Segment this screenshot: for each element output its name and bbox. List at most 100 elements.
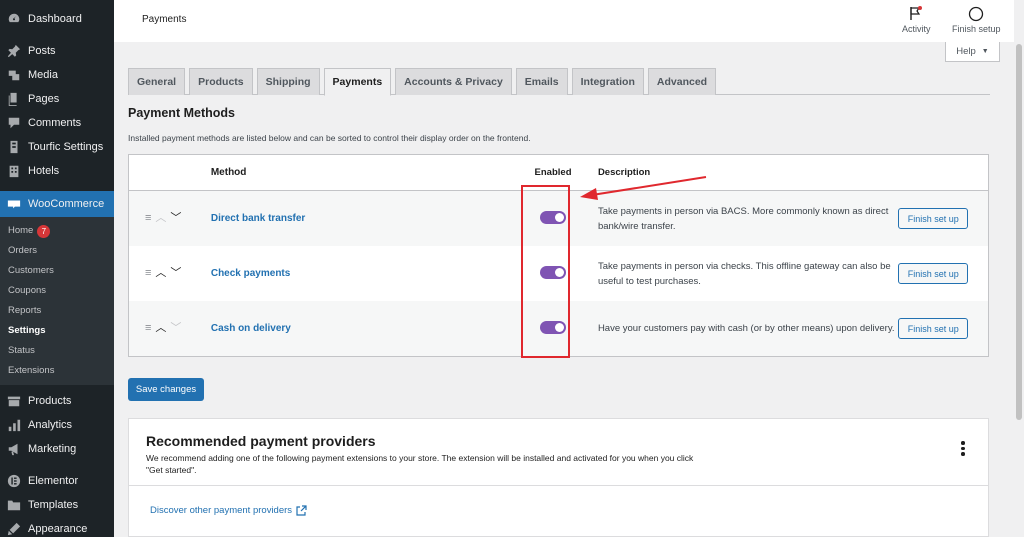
column-header-method: Method	[210, 167, 247, 178]
move-up-icon: ︿	[155, 212, 167, 224]
sidebar-item-comments[interactable]: Comments	[0, 111, 114, 135]
finish-setup-button[interactable]: Finish setup	[952, 6, 1001, 34]
page-title: Payments	[142, 14, 187, 25]
submenu-item-customers[interactable]: Customers	[0, 261, 114, 281]
recommended-providers-panel: Recommended payment providers We recomme…	[128, 418, 989, 537]
sidebar-item-marketing[interactable]: Marketing	[0, 437, 114, 461]
sidebar-item-label: Posts	[28, 45, 56, 57]
submenu-item-home[interactable]: Home 7	[0, 221, 114, 241]
tab-shipping[interactable]: Shipping	[256, 68, 320, 95]
sidebar-item-label: Comments	[28, 117, 82, 129]
notification-badge: 7	[37, 224, 51, 238]
page-header: Payments Activity Finish setup Help ▼	[114, 0, 1024, 62]
sidebar-item-label: Tourfic Settings	[28, 141, 104, 153]
column-header-description: Description	[597, 167, 651, 178]
media-icon	[6, 67, 22, 83]
sidebar-item-label: Marketing	[28, 443, 77, 455]
sidebar-item-pages[interactable]: Pages	[0, 87, 114, 111]
sidebar-item-label: Pages	[28, 93, 60, 105]
sidebar-item-media[interactable]: Media	[0, 63, 114, 87]
hotels-icon	[6, 163, 22, 179]
submenu-item-extensions[interactable]: Extensions	[0, 361, 114, 381]
sidebar-item-label: WooCommerce	[28, 198, 105, 210]
finish-setup-label: Finish setup	[952, 24, 1001, 34]
finish-set-up-button[interactable]: Finish set up	[898, 263, 969, 284]
sidebar-item-label: Products	[28, 395, 72, 407]
help-button[interactable]: Help ▼	[945, 42, 1000, 62]
payment-methods-description: Installed payment methods are listed bel…	[128, 133, 531, 143]
enabled-toggle[interactable]	[540, 265, 567, 279]
tab-payments[interactable]: Payments	[323, 68, 392, 96]
recommended-text: We recommend adding one of the following…	[146, 453, 694, 475]
submenu-item-settings[interactable]: Settings	[0, 321, 114, 341]
page-scrollbar[interactable]	[1014, 0, 1024, 537]
sidebar-item-label: Dashboard	[28, 13, 82, 25]
method-description: Take payments in person via checks. This…	[597, 260, 891, 287]
tab-integration[interactable]: Integration	[571, 68, 644, 95]
settings-tabs: General Products Shipping Payments Accou…	[128, 68, 990, 96]
drag-handle-icon[interactable]: ≡	[145, 323, 151, 334]
tab-advanced[interactable]: Advanced	[647, 68, 717, 95]
tab-accounts-privacy[interactable]: Accounts & Privacy	[395, 68, 512, 95]
payment-methods-heading: Payment Methods	[128, 106, 235, 120]
submenu-item-orders[interactable]: Orders	[0, 241, 114, 261]
sidebar-item-posts[interactable]: Posts	[0, 39, 114, 63]
sidebar-item-analytics[interactable]: Analytics	[0, 413, 114, 437]
tab-general[interactable]: General	[128, 68, 186, 95]
column-header-enabled: Enabled	[534, 167, 572, 178]
submenu-item-status[interactable]: Status	[0, 341, 114, 361]
sidebar-item-tourfic-settings[interactable]: Tourfic Settings	[0, 135, 114, 159]
discover-providers-link[interactable]: Discover other payment providers	[150, 505, 307, 516]
dashboard-icon	[6, 11, 22, 27]
settings-main: General Products Shipping Payments Accou…	[128, 68, 990, 357]
more-options-icon[interactable]	[960, 441, 966, 456]
progress-circle-icon	[969, 6, 984, 22]
caret-down-icon: ▼	[981, 48, 989, 55]
pin-icon	[6, 43, 22, 59]
submenu-item-reports[interactable]: Reports	[0, 301, 114, 321]
activity-button[interactable]: Activity	[902, 6, 931, 34]
drag-handle-icon[interactable]: ≡	[145, 268, 151, 279]
scrollbar-thumb[interactable]	[1016, 44, 1022, 420]
tab-emails[interactable]: Emails	[515, 68, 568, 95]
woocommerce-submenu: Home 7 Orders Customers Coupons Reports S…	[0, 217, 114, 385]
woo-icon	[6, 196, 22, 212]
submenu-item-coupons[interactable]: Coupons	[0, 281, 114, 301]
sidebar-item-templates[interactable]: Templates	[0, 493, 114, 517]
marketing-icon	[6, 441, 22, 457]
analytics-icon	[6, 417, 22, 433]
move-down-icon[interactable]: ﹀	[170, 268, 181, 279]
table-row: ≡ ︿ ﹀ Direct bank transfer Take payments…	[129, 191, 988, 246]
enabled-toggle[interactable]	[540, 210, 567, 224]
comments-icon	[6, 115, 22, 131]
payment-methods-table: Method Enabled Description ≡ ︿ ﹀ Direct …	[128, 154, 989, 357]
method-link-check-payments[interactable]: Check payments	[211, 268, 518, 279]
tab-products[interactable]: Products	[189, 68, 253, 95]
move-down-icon[interactable]: ﹀	[170, 213, 181, 224]
method-description: Take payments in person via BACS. More c…	[597, 205, 889, 232]
admin-sidebar: Dashboard Posts Media Pages Comments Tou…	[0, 0, 114, 537]
sidebar-item-label: Analytics	[28, 419, 73, 431]
sidebar-item-appearance[interactable]: Appearance	[0, 517, 114, 537]
sidebar-item-elementor[interactable]: Elementor	[0, 469, 114, 493]
sidebar-item-label: Appearance	[28, 523, 88, 535]
save-changes-button[interactable]: Save changes	[128, 378, 204, 401]
sidebar-item-label: Hotels	[28, 165, 60, 177]
appearance-icon	[6, 521, 22, 537]
divider	[129, 485, 988, 486]
table-row: ≡ ︿ ﹀ Cash on delivery Have your custome…	[129, 301, 988, 356]
method-link-direct-bank-transfer[interactable]: Direct bank transfer	[211, 213, 518, 224]
sidebar-item-woocommerce[interactable]: WooCommerce	[0, 191, 114, 217]
drag-handle-icon[interactable]: ≡	[145, 213, 151, 224]
tourfic-icon	[6, 139, 22, 155]
sidebar-item-products[interactable]: Products	[0, 389, 114, 413]
sidebar-item-dashboard[interactable]: Dashboard	[0, 7, 114, 31]
table-header: Method Enabled Description	[129, 155, 988, 191]
finish-set-up-button[interactable]: Finish set up	[898, 208, 969, 229]
move-up-icon[interactable]: ︿	[155, 268, 166, 279]
enabled-toggle[interactable]	[540, 320, 567, 334]
method-link-cash-on-delivery[interactable]: Cash on delivery	[211, 323, 518, 334]
finish-set-up-button[interactable]: Finish set up	[898, 318, 969, 339]
sidebar-item-hotels[interactable]: Hotels	[0, 159, 114, 183]
move-up-icon[interactable]: ︿	[155, 323, 166, 334]
